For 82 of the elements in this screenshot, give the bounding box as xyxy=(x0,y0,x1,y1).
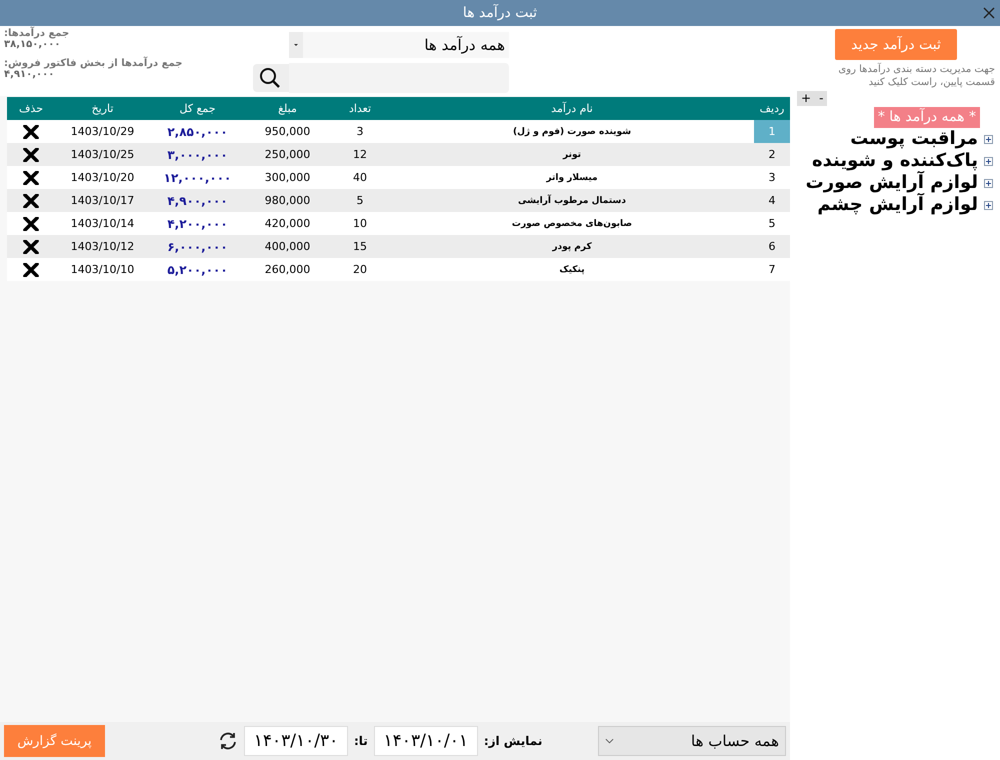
table-cell-text: 1403/10/29 xyxy=(70,124,136,140)
table-cell-text: 20 xyxy=(352,262,368,278)
row-number-cell[interactable]: 7 xyxy=(754,258,790,281)
expand-icon[interactable] xyxy=(984,200,993,210)
delete-icon[interactable] xyxy=(23,262,39,276)
row-number-cell[interactable]: 6 xyxy=(754,235,790,258)
table-cell-text: 980,000 xyxy=(264,193,312,209)
close-icon[interactable] xyxy=(983,7,995,19)
table-cell-text: ۲,۸۵۰,۰۰۰ xyxy=(166,124,229,140)
column-header[interactable]: حذف xyxy=(7,97,55,120)
expand-icon[interactable] xyxy=(984,134,993,144)
table-cell-text: ۱۲,۰۰۰,۰۰۰ xyxy=(162,170,232,186)
search-icon[interactable] xyxy=(259,67,281,89)
table-cell-text: 40 xyxy=(352,170,368,186)
table-cell-text: پنکیک xyxy=(558,264,586,276)
account-dropdown[interactable]: همه حساب ها xyxy=(598,726,786,756)
column-header[interactable]: ردیف xyxy=(754,97,790,120)
table-cell-text: ۴,۲۰۰,۰۰۰ xyxy=(166,216,229,232)
table-cell-text: 15 xyxy=(352,239,368,255)
row-number-cell[interactable]: 3 xyxy=(754,166,790,189)
search-field[interactable] xyxy=(253,64,509,92)
delete-icon[interactable] xyxy=(23,124,39,138)
table-cell-text: 5 xyxy=(356,193,364,209)
hint-text: جهت مدیریت دسته بندی درآمدها روی قسمت پایین، راست کلیک کنید xyxy=(837,63,995,89)
table-cell-text: ۴,۹۰۰,۰۰۰ xyxy=(166,192,229,210)
category-dropdown[interactable]: همه درآمد ها xyxy=(289,32,509,58)
table-cell-text: 950,000 xyxy=(264,124,312,140)
expand-icon[interactable] xyxy=(984,178,993,188)
table-cell-text: ۶,۰۰۰,۰۰۰ xyxy=(166,238,229,256)
table-cell-text: 260,000 xyxy=(264,262,312,278)
table-cell-text: 1403/10/20 xyxy=(70,170,136,186)
from-label: نمایش از: xyxy=(484,734,542,748)
table-cell-text: 10 xyxy=(352,216,368,232)
from-date-field[interactable]: ۱۴۰۳/۱۰/۰۱ xyxy=(374,726,478,756)
table-cell-text: دستمال مرطوب آرایشی xyxy=(517,194,627,208)
tree-item[interactable]: لوازم آرایش چشم xyxy=(815,195,980,215)
table-cell-text: 1403/10/17 xyxy=(70,193,136,209)
delete-icon[interactable] xyxy=(23,216,39,230)
tree-item[interactable]: مراقبت پوست xyxy=(848,129,980,149)
to-date-field[interactable]: ۱۴۰۳/۱۰/۳۰ xyxy=(244,726,348,756)
column-header[interactable]: تعداد xyxy=(330,97,390,120)
window-title: ثبت درآمد ها xyxy=(462,5,538,21)
expand-icon[interactable] xyxy=(984,156,993,166)
column-header[interactable]: نام درآمد xyxy=(390,97,754,120)
delete-icon[interactable] xyxy=(23,240,39,254)
table-cell-text: صابون‌های مخصوص صورت xyxy=(510,218,634,230)
column-header[interactable]: مبلغ xyxy=(245,97,330,120)
tree-item[interactable]: لوازم آرایش صورت xyxy=(804,173,980,193)
table-cell-text: 1403/10/14 xyxy=(70,216,136,232)
tree-button[interactable]: - xyxy=(815,91,828,106)
row-number-cell[interactable]: 5 xyxy=(754,212,790,235)
table-cell-text: 1403/10/25 xyxy=(70,147,136,163)
table-cell-text: 400,000 xyxy=(264,239,312,255)
table-cell-text: 250,000 xyxy=(264,147,312,163)
delete-icon[interactable] xyxy=(23,148,39,162)
chevron-down-icon xyxy=(605,738,614,744)
table-cell-text: شوینده صورت (فوم و ژل) xyxy=(512,126,632,138)
delete-icon[interactable] xyxy=(23,194,39,208)
table-cell-text: 12 xyxy=(352,147,368,163)
total-label: جمع درآمدها از بخش فاکتور فروش: xyxy=(4,58,182,69)
table-cell-text: 1403/10/10 xyxy=(70,262,136,278)
delete-icon[interactable] xyxy=(23,170,39,184)
table-cell-text: کرم پودر xyxy=(551,240,593,254)
refresh-icon[interactable] xyxy=(218,731,238,751)
tree-item[interactable]: پاک‌کننده و شوینده xyxy=(810,151,980,171)
row-number-cell[interactable]: 2 xyxy=(754,143,790,166)
table-cell-text: 3 xyxy=(356,124,364,140)
table-cell-text: 420,000 xyxy=(264,216,312,232)
tree-button[interactable]: + xyxy=(797,91,816,106)
total-label: جمع درآمدها: xyxy=(4,28,70,39)
column-header[interactable]: جمع کل xyxy=(150,97,245,120)
to-label: تا: xyxy=(354,734,368,748)
total-value: ۳۸,۱۵۰,۰۰۰ xyxy=(4,39,60,50)
table-cell-text: ۳,۰۰۰,۰۰۰ xyxy=(166,146,229,164)
row-number-cell[interactable]: 4 xyxy=(754,189,790,212)
table-cell-text: ۵,۲۰۰,۰۰۰ xyxy=(166,262,229,278)
table-cell-text: میسلار واتر xyxy=(545,172,599,184)
column-header[interactable]: تاریخ xyxy=(55,97,150,120)
table-cell-text: 300,000 xyxy=(264,170,312,186)
table-cell-text: 1403/10/12 xyxy=(70,239,136,255)
total-value: ۴,۹۱۰,۰۰۰ xyxy=(4,69,54,80)
table-cell-text: تونر xyxy=(562,148,582,162)
